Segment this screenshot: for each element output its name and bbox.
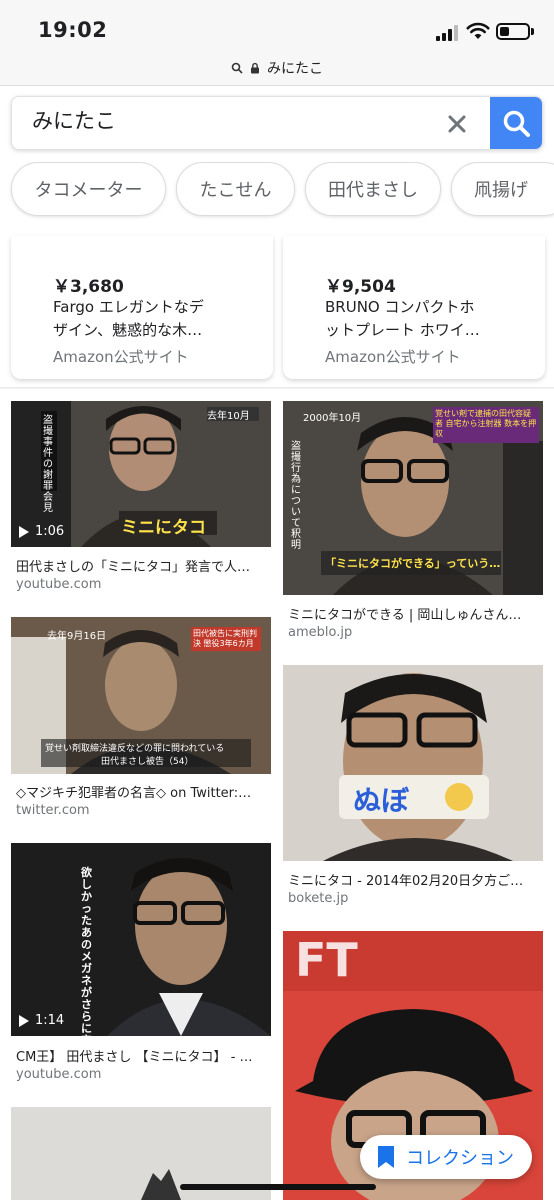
shopping-title-line: ザイン、魅惑的な木…	[53, 321, 203, 339]
play-icon	[19, 1014, 29, 1027]
overlay-caption: ぬぼ	[353, 784, 410, 817]
chip-takoage[interactable]: 凧揚げ	[451, 162, 554, 216]
cellular-signal-icon	[436, 25, 460, 41]
status-time: 19:02	[38, 18, 108, 42]
shopping-title-line: Fargo エレガントなデ	[53, 298, 204, 316]
search-box	[11, 96, 543, 150]
result-title: ミニにタコができる | 岡山しゅんさん…	[288, 608, 522, 623]
chip-tashiro-masashi[interactable]: 田代まさし	[305, 162, 441, 216]
chip-takosen[interactable]: たこせん	[176, 162, 295, 216]
duration-text: 1:06	[35, 524, 65, 539]
wifi-icon	[466, 22, 490, 39]
image-results-grid: 去年10月 盗撮事件の謝罪会見 ミニにタコ 1:06 田代まさしの「ミニにタコ」…	[0, 389, 554, 1200]
related-search-chips: タコメーター たこせん 田代まさし 凧揚げ	[0, 162, 554, 220]
shopping-title-line: ットプレート ホワイ…	[325, 321, 480, 339]
shopping-price: ￥9,504	[325, 277, 396, 297]
image-result[interactable]: 2000年10月 覚せい剤で逮捕の田代容疑者 自宅から注射器 数本を押収 盗撮行…	[283, 401, 543, 641]
search-icon	[231, 62, 243, 74]
duration-text: 1:14	[35, 1013, 65, 1028]
overlay-name-text: 田代まさし被告（54）	[101, 757, 194, 767]
battery-icon	[496, 23, 530, 40]
shopping-title-line: BRUNO コンパクトホ	[325, 298, 475, 316]
shopping-title: BRUNO コンパクトホ ットプレート ホワイ…	[325, 296, 535, 342]
battery-nub	[531, 28, 534, 35]
result-thumbnail: 2000年10月 覚せい剤で逮捕の田代容疑者 自宅から注射器 数本を押収 盗撮行…	[283, 401, 543, 595]
thumbnail-illustration	[283, 665, 543, 861]
result-source: youtube.com	[16, 577, 102, 592]
result-source: twitter.com	[16, 803, 90, 818]
overlay-corner-text: 去年10月	[207, 411, 250, 422]
overlay-top-right-text: 覚せい剤で逮捕の田代容疑者 自宅から注射器 数本を押収	[435, 409, 537, 438]
play-icon	[19, 525, 29, 538]
result-title: CM王】 田代まさし 【ミニにタコ】 - …	[16, 1050, 253, 1065]
shopping-source: Amazon公式サイト	[53, 348, 189, 366]
result-thumbnail: 去年9月16日 田代被告に実刑判決 懲役3年6カ月 覚せい剤取締法違反などの罪に…	[11, 617, 271, 774]
overlay-side-text: 盗撮行為について釈明	[291, 441, 301, 551]
address-bar[interactable]: みにたこ	[0, 50, 554, 86]
overlay-side-text: 欲しかったあのメガネがさらに安い	[81, 866, 92, 1037]
lock-icon	[251, 62, 259, 73]
shopping-title: Fargo エレガントなデ ザイン、魅惑的な木…	[53, 296, 263, 342]
overlay-corner-text: 2000年10月	[303, 413, 362, 424]
shopping-price: ￥3,680	[53, 277, 124, 297]
shopping-card[interactable]: ￥9,504 BRUNO コンパクトホ ットプレート ホワイ… Amazon公式…	[283, 236, 545, 379]
result-source: ameblo.jp	[288, 625, 353, 640]
video-duration: 1:14	[19, 1013, 64, 1028]
collection-label: コレクション	[406, 1148, 514, 1169]
result-source: bokete.jp	[288, 891, 349, 906]
collection-button[interactable]: コレクション	[360, 1135, 532, 1179]
bookmark-icon	[378, 1146, 394, 1168]
overlay-caption: 覚せい剤取締法違反などの罪に問われている	[45, 744, 225, 754]
overlay-side-text: 盗撮事件の謝罪会見	[43, 415, 53, 514]
result-thumbnail: 去年10月 盗撮事件の謝罪会見 ミニにタコ 1:06	[11, 401, 271, 547]
search-input[interactable]	[32, 108, 412, 132]
image-result[interactable]: 去年10月 盗撮事件の謝罪会見 ミニにタコ 1:06 田代まさしの「ミニにタコ」…	[11, 401, 271, 601]
search-header: タコメーター たこせん 田代まさし 凧揚げ	[0, 86, 554, 236]
overlay-caption: FT	[295, 933, 358, 987]
result-thumbnail: 欲しかったあのメガネがさらに安い 1:14	[11, 843, 271, 1036]
clear-icon[interactable]	[442, 109, 472, 139]
home-indicator[interactable]	[180, 1184, 376, 1190]
overlay-corner-text: 去年9月16日	[47, 631, 107, 642]
chip-tacometer[interactable]: タコメーター	[11, 162, 166, 216]
video-duration: 1:06	[19, 524, 64, 539]
overlay-caption: ミニにタコ	[121, 518, 206, 538]
result-source: youtube.com	[16, 1067, 102, 1082]
result-title: 田代まさしの「ミニにタコ」発言で人…	[16, 560, 251, 575]
result-thumbnail: ぬぼ	[283, 665, 543, 861]
shopping-card[interactable]: ￥3,680 Fargo エレガントなデ ザイン、魅惑的な木… Amazon公式…	[11, 236, 273, 379]
search-button[interactable]	[490, 97, 542, 149]
image-result[interactable]: 欲しかったあのメガネがさらに安い 1:14 CM王】 田代まさし 【ミニにタコ】…	[11, 843, 271, 1089]
image-result[interactable]: 去年9月16日 田代被告に実刑判決 懲役3年6カ月 覚せい剤取締法違反などの罪に…	[11, 617, 271, 819]
address-text: みにたこ	[267, 60, 323, 77]
image-result[interactable]: ぬぼ ミニにタコ - 2014年02月20日夕方ご… bokete.jp	[283, 665, 543, 913]
status-bar: 19:02	[0, 0, 554, 50]
shopping-row: ￥3,680 Fargo エレガントなデ ザイン、魅惑的な木… Amazon公式…	[0, 236, 554, 388]
overlay-top-right-text: 田代被告に実刑判決 懲役3年6カ月	[193, 629, 257, 648]
result-title: ミニにタコ - 2014年02月20日夕方ご…	[288, 874, 524, 889]
overlay-caption: 「ミニにタコができる」っていう…	[325, 557, 501, 570]
thumbnail-illustration	[11, 843, 271, 1036]
result-title: ◇マジキチ犯罪者の名言◇ on Twitter:…	[16, 786, 252, 801]
search-icon	[503, 110, 530, 137]
shopping-source: Amazon公式サイト	[325, 348, 461, 366]
